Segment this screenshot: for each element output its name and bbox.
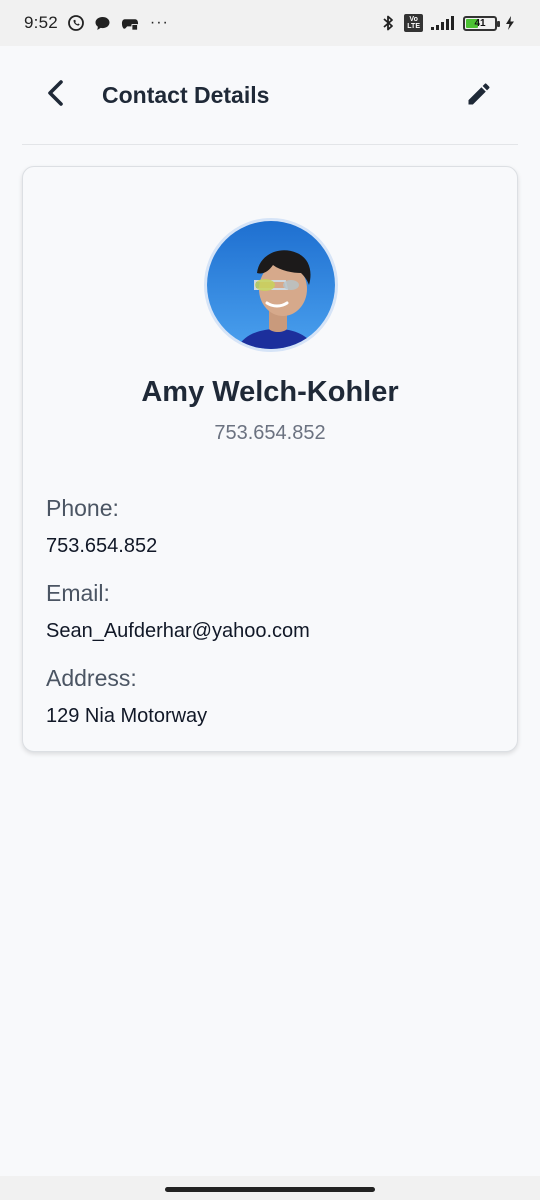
header-divider [22, 144, 518, 145]
address-value[interactable]: 129 Nia Motorway [46, 705, 207, 728]
contact-card: Amy Welch-Kohler 753.654.852 Phone: 753.… [22, 166, 518, 752]
navigation-bar [0, 1176, 540, 1200]
signal-icon [430, 14, 456, 32]
battery-icon: 41 [463, 15, 500, 31]
more-notifications-icon: ··· [149, 14, 169, 31]
bluetooth-icon [379, 14, 397, 32]
home-indicator[interactable] [165, 1187, 375, 1192]
contact-name: Amy Welch-Kohler [141, 376, 399, 408]
phone-value[interactable]: 753.654.852 [46, 535, 157, 558]
charging-bolt-icon [504, 14, 516, 32]
status-time: 9:52 [24, 13, 58, 32]
page-title: Contact Details [102, 82, 270, 108]
whatsapp-icon [67, 14, 85, 32]
status-bar: 9:52 ··· Vo LTE 41 [0, 0, 540, 46]
status-right: Vo LTE 41 [379, 14, 516, 32]
chat-bubble-icon [94, 14, 112, 32]
back-button[interactable] [40, 78, 72, 112]
address-label: Address: [46, 665, 137, 691]
edit-button[interactable] [462, 79, 496, 113]
status-left: 9:52 ··· [24, 13, 169, 33]
battery-level: 41 [474, 17, 486, 29]
chevron-left-icon [45, 78, 67, 113]
volte-icon: Vo LTE [404, 14, 423, 32]
contact-subtitle-phone: 753.654.852 [214, 422, 326, 444]
email-value[interactable]: Sean_Aufderhar@yahoo.com [46, 620, 310, 643]
phone-label: Phone: [46, 495, 119, 521]
pencil-icon [465, 80, 493, 113]
email-label: Email: [46, 580, 110, 606]
app-header: Contact Details [0, 46, 540, 144]
avatar [204, 218, 338, 352]
game-controller-icon [121, 14, 139, 32]
